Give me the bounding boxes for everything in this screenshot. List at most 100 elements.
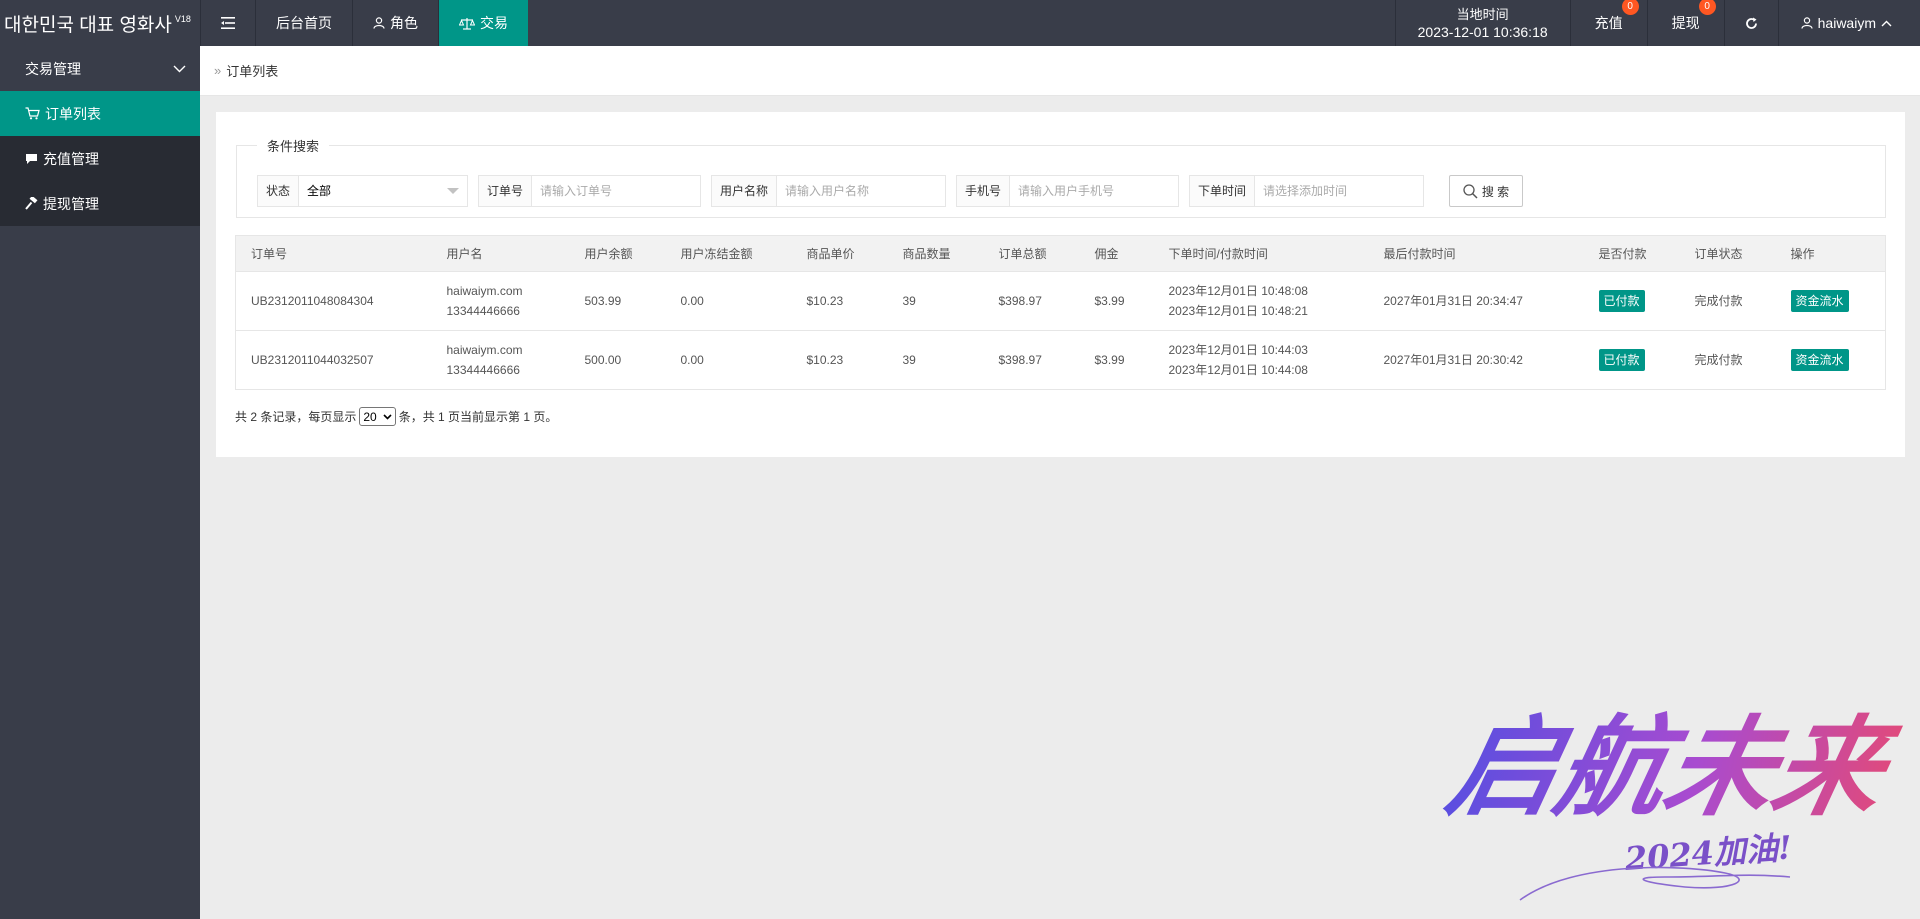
sidebar-item-withdraw[interactable]: 提现管理 <box>0 181 200 226</box>
sidebar-item-label: 提现管理 <box>43 195 99 212</box>
column-header: 用户余额 <box>569 235 666 272</box>
sidebar-item-label: 充值管理 <box>43 150 99 167</box>
refresh-button[interactable] <box>1723 0 1778 46</box>
chevron-down-icon <box>383 413 392 420</box>
status-field: 状态 全部 <box>257 175 468 207</box>
recharge-button[interactable]: 充值 0 <box>1569 0 1647 46</box>
column-header: 下单时间/付款时间 <box>1153 235 1369 272</box>
column-header: 用户名 <box>431 235 570 272</box>
comment-icon <box>26 153 37 164</box>
column-header: 商品单价 <box>791 235 888 272</box>
breadcrumb-current: 订单列表 <box>226 64 279 79</box>
double-chevron-right-icon: » <box>214 63 222 78</box>
nav-home[interactable]: 后台首页 <box>255 0 352 46</box>
local-time-label: 当地时间 <box>1456 6 1509 22</box>
refresh-icon <box>1745 17 1757 29</box>
user-phone: 13344446666 <box>446 363 520 377</box>
brand-version: V18 <box>174 14 191 24</box>
column-header: 最后付款时间 <box>1368 235 1584 272</box>
local-time-value: 2023-12-01 10:36:18 <box>1417 23 1548 40</box>
table-row: UB2312011044032507 haiwaiym.com 13344446… <box>235 330 1886 390</box>
user-name: haiwaiym.com <box>446 343 523 357</box>
chevron-down-icon <box>173 65 186 72</box>
phone-input[interactable]: 请输入用户手机号 <box>1010 176 1178 206</box>
cart-icon <box>25 107 40 120</box>
brand-logo: 대한민국 대표 영화사 V18 <box>0 0 200 46</box>
column-header: 订单状态 <box>1679 235 1776 272</box>
pay-time: 2023年12月01日 10:44:08 <box>1168 363 1308 377</box>
total-cell: $398.97 <box>983 330 1080 390</box>
page-size-value: 20 <box>363 409 377 424</box>
local-time: 当地时间 2023-12-01 10:36:18 <box>1394 0 1570 46</box>
user-cell: haiwaiym.com 13344446666 <box>431 330 570 390</box>
brand-title: 대한민국 대표 영화사 <box>4 14 172 36</box>
status-cell: 完成付款 <box>1679 271 1776 331</box>
frozen-cell: 0.00 <box>665 271 792 331</box>
order-time-input[interactable]: 请选择添加时间 <box>1255 176 1423 206</box>
column-header: 操作 <box>1775 235 1886 272</box>
time-cell: 2023年12月01日 10:48:08 2023年12月01日 10:48:2… <box>1153 271 1369 331</box>
page-size-select[interactable]: 20 <box>359 407 396 426</box>
balance-cell: 500.00 <box>569 330 666 390</box>
action-cell: 资金流水 <box>1775 271 1886 331</box>
search-legend: 条件搜索 <box>267 139 320 154</box>
orders-table: 订单号 用户名 用户余额 用户冻结金额 商品单价 商品数量 订单总额 佣金 下单… <box>235 235 1886 390</box>
user-icon <box>1801 17 1813 29</box>
paid-cell: 已付款 <box>1583 330 1680 390</box>
order-no-label: 订单号 <box>479 176 533 206</box>
user-menu[interactable]: haiwaiym <box>1777 0 1920 46</box>
sidebar-item-orders[interactable]: 订单列表 <box>0 91 200 136</box>
action-cell: 资金流水 <box>1775 330 1886 390</box>
header-spacer <box>528 0 1395 46</box>
unit-price-cell: $10.23 <box>791 271 888 331</box>
column-header: 是否付款 <box>1583 235 1680 272</box>
nav-role[interactable]: 角色 <box>352 0 438 46</box>
recharge-badge: 0 <box>1621 0 1639 15</box>
pay-time: 2023年12月01日 10:48:21 <box>1168 304 1308 318</box>
hammer-icon <box>25 197 38 210</box>
user-cell: haiwaiym.com 13344446666 <box>431 271 570 331</box>
nav-role-label: 角色 <box>390 15 418 31</box>
search-button-label: 搜 索 <box>1481 184 1510 199</box>
status-select[interactable]: 全部 <box>299 176 467 206</box>
order-time: 2023年12月01日 10:48:08 <box>1168 284 1308 298</box>
watermark-logo: 启航未来 2024加油! <box>1438 703 1909 901</box>
status-cell: 完成付款 <box>1679 330 1776 390</box>
sidebar-item-recharge[interactable]: 充值管理 <box>0 136 200 181</box>
username-label: 用户名称 <box>712 176 778 206</box>
chevron-up-icon <box>1881 20 1892 26</box>
balance-cell: 503.99 <box>569 271 666 331</box>
last-pay-time-cell: 2027年01月31日 20:30:42 <box>1368 330 1584 390</box>
table-row: UB2312011048084304 haiwaiym.com 13344446… <box>235 271 1886 331</box>
status-select-value: 全部 <box>307 184 332 198</box>
search-button[interactable]: 搜 索 <box>1449 175 1523 207</box>
pagination-suffix: 条，共 1 页当前显示第 1 页。 <box>398 410 558 424</box>
watermark-main-text: 启航未来 <box>1438 703 1909 831</box>
nav-trade[interactable]: 交易 <box>438 0 528 46</box>
column-header: 订单号 <box>235 235 432 272</box>
commission-cell: $3.99 <box>1079 330 1154 390</box>
fund-flow-button[interactable]: 资金流水 <box>1790 349 1849 371</box>
sidebar-group-trade[interactable]: 交易管理 <box>0 46 200 91</box>
column-header: 用户冻结金额 <box>665 235 792 272</box>
order-no-cell: UB2312011044032507 <box>235 330 432 390</box>
top-header: 대한민국 대표 영화사 V18 后台首页 角色 交易 当地时间 2023-12-… <box>0 0 1920 46</box>
scale-icon <box>459 17 475 30</box>
nav-trade-label: 交易 <box>480 15 508 31</box>
sidebar-submenu: 订单列表 充值管理 提现管理 <box>0 91 200 226</box>
withdraw-button[interactable]: 提现 0 <box>1646 0 1724 46</box>
select-arrow-icon <box>447 188 459 194</box>
order-no-input[interactable]: 请输入订单号 <box>532 176 700 206</box>
table-header-row: 订单号 用户名 用户余额 用户冻结金额 商品单价 商品数量 订单总额 佣金 下单… <box>235 235 1886 272</box>
frozen-cell: 0.00 <box>665 330 792 390</box>
column-header: 商品数量 <box>887 235 984 272</box>
search-panel: 条件搜索 状态 全部 订单号 请输入订单号 用户名称 请输入用户名称 手机号 请… <box>236 136 1886 218</box>
phone-label: 手机号 <box>957 176 1011 206</box>
order-no-field: 订单号 请输入订单号 <box>478 175 701 207</box>
username-input[interactable]: 请输入用户名称 <box>777 176 945 206</box>
last-pay-time-cell: 2027年01月31日 20:34:47 <box>1368 271 1584 331</box>
column-header: 佣金 <box>1079 235 1154 272</box>
phone-field: 手机号 请输入用户手机号 <box>956 175 1179 207</box>
menu-toggle-button[interactable] <box>200 0 255 46</box>
fund-flow-button[interactable]: 资金流水 <box>1790 290 1849 312</box>
